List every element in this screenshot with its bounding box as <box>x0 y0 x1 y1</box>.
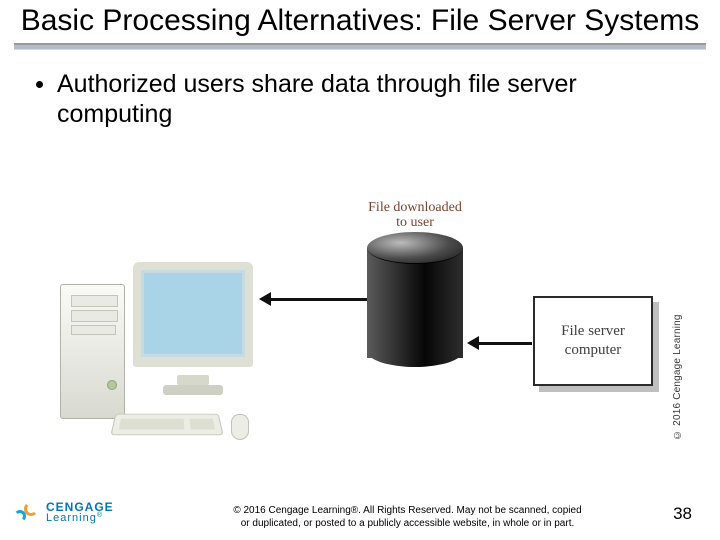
pc-monitor-icon <box>133 262 253 367</box>
logo-line2: Learning <box>46 512 97 524</box>
server-box-line1: File server <box>561 323 625 339</box>
slide-title: Basic Processing Alternatives: File Serv… <box>14 4 706 39</box>
copyright-line1: © 2016 Cengage Learning®. All Rights Res… <box>233 505 581 516</box>
server-box-line2: computer <box>565 342 622 358</box>
arrow-icon <box>262 298 367 301</box>
side-copyright: © 2016 Cengage Learning <box>672 210 686 440</box>
diagram: File downloaded to user File server comp… <box>55 202 655 452</box>
copyright-footer: © 2016 Cengage Learning®. All Rights Res… <box>180 505 635 530</box>
file-download-label-line2: to user <box>396 215 434 230</box>
bullet-item: Authorized users share data through file… <box>36 69 684 129</box>
copyright-line2: or duplicated, or posted to a publicly a… <box>241 518 575 529</box>
file-download-label: File downloaded to user <box>345 200 485 231</box>
database-cylinder-icon <box>367 232 463 367</box>
file-download-label-line1: File downloaded <box>368 200 462 215</box>
pc-tower-icon <box>60 284 125 419</box>
slide-body: Authorized users share data through file… <box>0 51 720 139</box>
bullet-text: Authorized users share data through file… <box>57 69 684 129</box>
mouse-icon <box>231 414 249 440</box>
title-divider <box>14 43 706 49</box>
cengage-logo: CENGAGE Learning® <box>14 500 114 526</box>
arrow-icon <box>470 342 532 345</box>
keyboard-icon <box>110 414 223 435</box>
file-server-box: File server computer <box>533 296 653 386</box>
bullet-dot-icon <box>36 81 43 88</box>
page-number: 38 <box>673 504 692 524</box>
title-area: Basic Processing Alternatives: File Serv… <box>0 0 720 51</box>
registered-mark: ® <box>97 512 103 519</box>
client-computer-icon <box>55 232 255 452</box>
cengage-logo-icon <box>14 500 40 526</box>
